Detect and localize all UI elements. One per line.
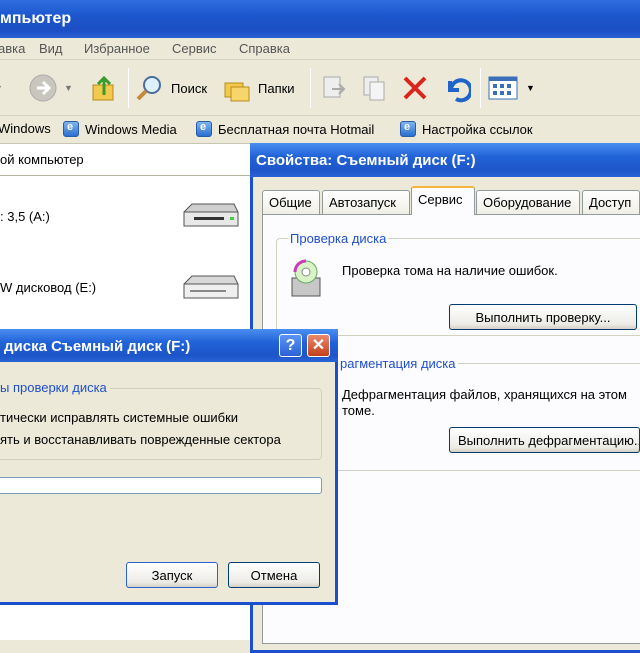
menu-item-view[interactable]: Вид <box>39 41 63 56</box>
ie-icon <box>400 121 416 137</box>
tab-hardware[interactable]: Оборудование <box>476 190 580 214</box>
tab-sharing[interactable]: Доступ <box>582 190 640 214</box>
defrag-group-title: рагментация диска <box>338 356 458 371</box>
views-grid-icon <box>488 76 518 100</box>
menu-item-edit[interactable]: авка <box>0 41 25 56</box>
properties-title: Свойства: Съемный диск (F:) <box>256 152 476 169</box>
links-bar: Windows Windows Media Бесплатная почта H… <box>0 116 640 144</box>
check-disk-icon <box>291 259 321 297</box>
run-defrag-button[interactable]: Выполнить дефрагментацию... <box>449 427 640 453</box>
tab-hardware-label: Оборудование <box>483 195 572 210</box>
check-options-title: ы проверки диска <box>0 380 110 395</box>
move-to-button[interactable] <box>318 72 348 104</box>
tab-general-label: Общие <box>269 195 312 210</box>
search-label: Поиск <box>171 80 208 96</box>
move-to-icon <box>323 76 346 98</box>
views-button[interactable]: ▼ <box>488 72 535 104</box>
menu-item-favorites[interactable]: Избранное <box>84 41 150 56</box>
run-check-button-label: Выполнить проверку... <box>475 310 611 325</box>
explorer-title: мпьютер <box>0 10 72 27</box>
menu-item-tools[interactable]: Сервис <box>172 41 217 56</box>
menu-item-help[interactable]: Справка <box>239 41 290 56</box>
link-hotmail-label: Бесплатная почта Hotmail <box>218 121 375 137</box>
start-button-label: Запуск <box>151 568 193 583</box>
copy-to-icon <box>363 76 385 101</box>
tab-general[interactable]: Общие <box>262 190 320 214</box>
chevron-down-icon: ▼ <box>64 83 73 93</box>
search-icon <box>136 76 161 101</box>
link-windows-media[interactable]: Windows Media <box>63 121 177 137</box>
delete-button[interactable] <box>400 72 430 104</box>
help-icon: ? <box>285 337 296 354</box>
check-dialog-title: диска Съемный диск (F:) <box>4 338 191 355</box>
explorer-menu-bar: авка Вид Избранное Сервис Справка <box>0 38 640 60</box>
folders-button[interactable]: Папки <box>222 72 295 104</box>
chevron-down-icon: ▼ <box>526 83 535 93</box>
search-button[interactable]: Поиск <box>135 72 207 104</box>
folders-label: Папки <box>258 80 295 96</box>
back-dropdown-button[interactable]: ▼ <box>0 72 3 104</box>
tab-sharing-label: Доступ <box>589 195 632 210</box>
auto-fix-option[interactable]: тически исправлять системные ошибки <box>0 410 238 425</box>
link-windows-media-label: Windows Media <box>85 121 177 137</box>
chevron-down-icon: ▼ <box>0 83 3 93</box>
undo-icon <box>448 78 471 103</box>
up-folder-button[interactable] <box>90 72 118 104</box>
properties-title-bar[interactable]: Свойства: Съемный диск (F:) <box>250 143 640 177</box>
ie-icon <box>63 121 79 137</box>
link-customize[interactable]: Настройка ссылок <box>400 121 533 137</box>
forward-arrow-icon <box>29 74 57 102</box>
explorer-toolbar: ▼ ▼ Поиск Папки ▼ <box>0 60 640 116</box>
close-icon: ✕ <box>311 337 326 354</box>
folders-icon <box>224 82 250 102</box>
floppy-drive-icon[interactable] <box>180 200 242 232</box>
tab-tools[interactable]: Сервис <box>411 186 475 215</box>
cancel-button[interactable]: Отмена <box>228 562 320 588</box>
delete-x-icon <box>403 76 427 100</box>
forward-button[interactable]: ▼ <box>28 72 73 104</box>
folder-up-icon <box>92 75 114 101</box>
run-defrag-button-label: Выполнить дефрагментацию... <box>458 433 640 448</box>
tab-autorun-label: Автозапуск <box>329 195 396 210</box>
help-button[interactable]: ? <box>279 334 302 357</box>
drive-e-label[interactable]: W дисковод (E:) <box>0 280 96 295</box>
copy-to-button[interactable] <box>360 72 390 104</box>
address-bar[interactable]: ой компьютер <box>0 144 250 176</box>
ie-icon <box>196 121 212 137</box>
close-button[interactable]: ✕ <box>307 334 330 357</box>
undo-button[interactable] <box>441 72 471 104</box>
cancel-button-label: Отмена <box>250 568 298 583</box>
explorer-title-bar: мпьютер <box>0 0 640 38</box>
check-progress-bar <box>0 477 322 494</box>
address-text: ой компьютер <box>0 152 84 167</box>
cd-drive-icon[interactable] <box>180 272 242 304</box>
link-customize-label: Настройка ссылок <box>422 121 533 137</box>
drive-a-label[interactable]: : 3,5 (A:) <box>0 209 50 224</box>
start-button[interactable]: Запуск <box>126 562 218 588</box>
defrag-description-line2: томе. <box>342 403 375 418</box>
run-check-button[interactable]: Выполнить проверку... <box>449 304 637 330</box>
link-hotmail[interactable]: Бесплатная почта Hotmail <box>196 121 374 137</box>
check-disk-description: Проверка тома на наличие ошибок. <box>342 263 558 278</box>
tab-autorun[interactable]: Автозапуск <box>322 190 410 214</box>
tab-tools-label: Сервис <box>418 192 463 207</box>
link-windows[interactable]: Windows <box>0 121 51 136</box>
defrag-description-line1: Дефрагментация файлов, хранящихся на это… <box>342 387 627 402</box>
scan-sectors-option[interactable]: ять и восстанавливать поврежденные секто… <box>0 432 281 447</box>
link-windows-label: Windows <box>0 121 51 136</box>
check-disk-group-title: Проверка диска <box>288 231 389 246</box>
